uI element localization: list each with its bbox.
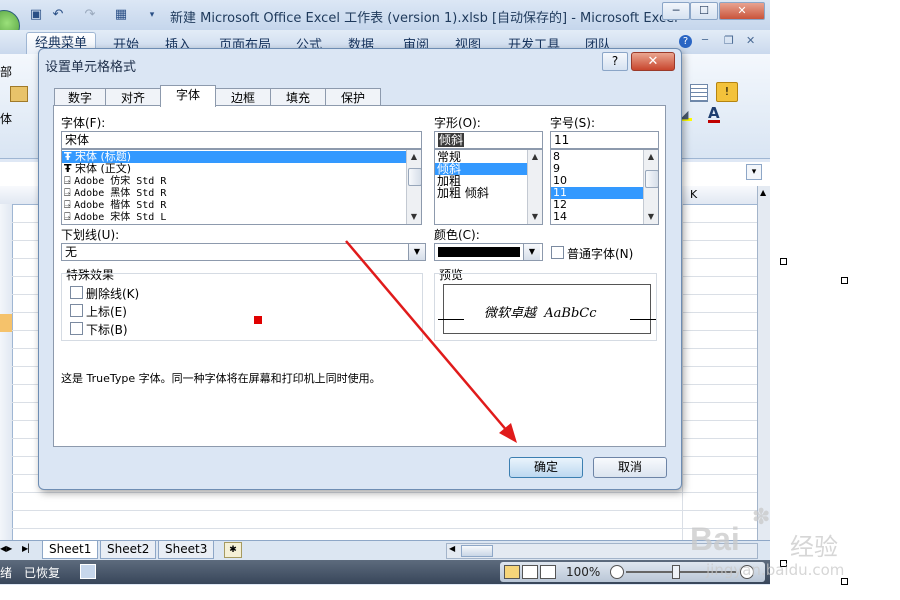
resize-handle[interactable] <box>841 277 848 284</box>
watermark-paw-icon: ✽ <box>752 505 771 530</box>
arrow-shaft <box>345 240 509 433</box>
watermark-brand: Bai <box>690 521 740 557</box>
watermark-url: jingyan.baidu.com <box>706 561 845 579</box>
resize-handle[interactable] <box>780 258 787 265</box>
baidu-watermark: ✽ Bai 经验 jingyan.baidu.com <box>690 505 870 585</box>
tab-font[interactable]: 字体 <box>160 85 216 107</box>
watermark-brand-cn: 经验 <box>790 533 838 561</box>
